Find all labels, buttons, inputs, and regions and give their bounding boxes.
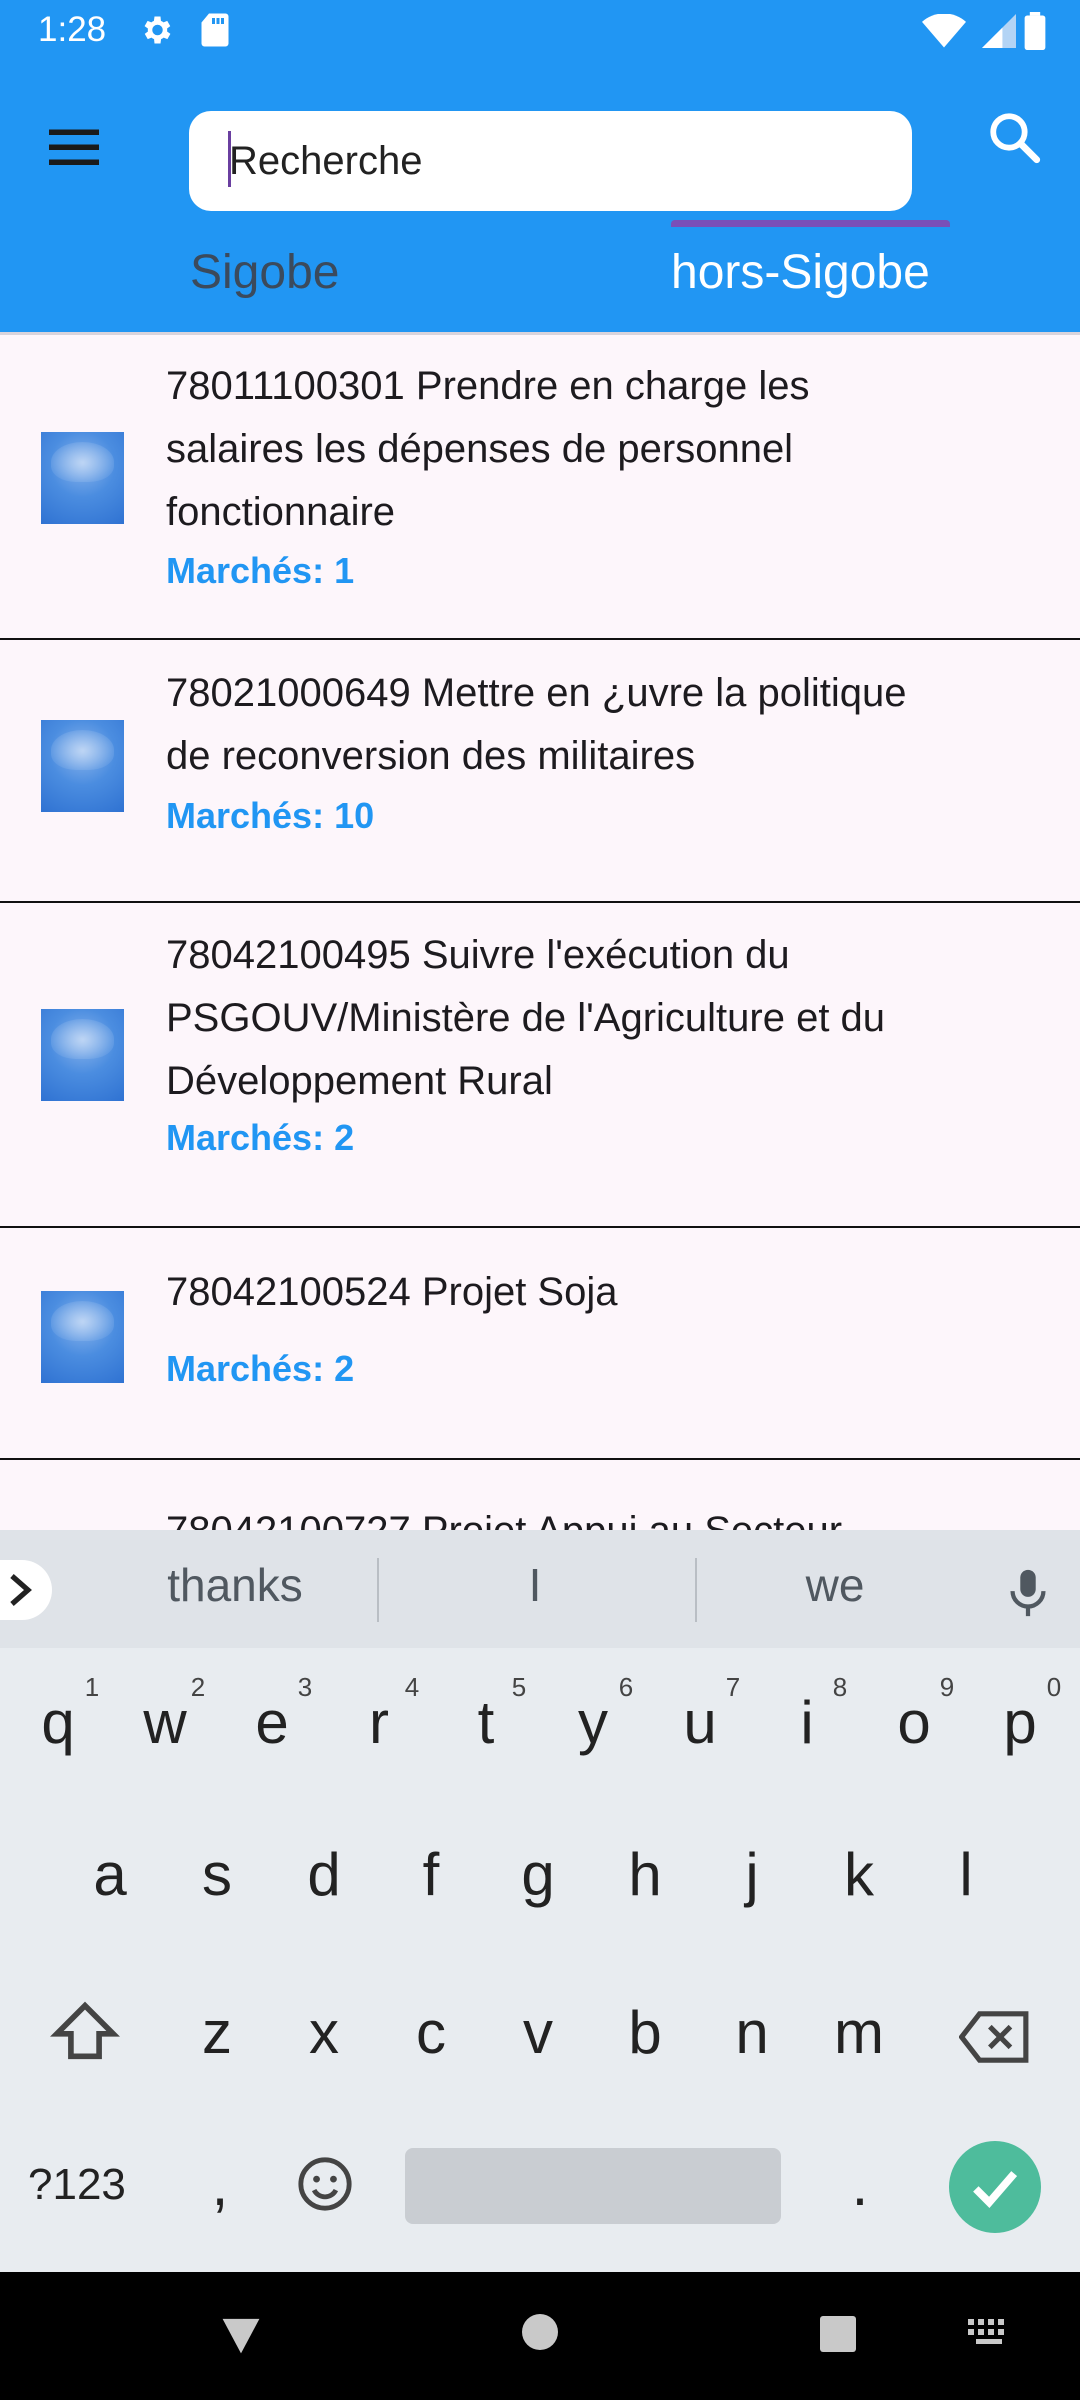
key-c[interactable]: c: [381, 1998, 481, 2067]
key-hint: 7: [725, 1672, 741, 1702]
key-z[interactable]: z: [167, 1998, 267, 2067]
key-k[interactable]: k: [809, 1840, 909, 1909]
key-j[interactable]: j: [702, 1840, 802, 1909]
tab-sigobe[interactable]: Sigobe: [190, 245, 339, 345]
search-icon[interactable]: [986, 109, 1046, 169]
item-thumbnail: [41, 1009, 124, 1101]
divider: [695, 1558, 697, 1622]
key-b[interactable]: b: [595, 1998, 695, 2067]
settings-icon: [138, 12, 174, 53]
key-hint: 9: [939, 1672, 955, 1702]
app-bar: Sigobe hors-Sigobe: [0, 63, 1080, 333]
list-item[interactable]: 78021000649 Mettre en ¿uvre la politique…: [0, 640, 1080, 903]
expand-suggestions-button[interactable]: [0, 1560, 52, 1620]
item-title: 78042100524 Projet Soja: [166, 1261, 1046, 1324]
key-m[interactable]: m: [809, 1998, 909, 2067]
symbols-key[interactable]: ?123: [28, 2160, 126, 2210]
backspace-key[interactable]: [945, 2008, 1045, 2077]
key-x[interactable]: x: [274, 1998, 374, 2067]
item-count: Marchés: 2: [166, 1117, 355, 1158]
key-hint: 4: [404, 1672, 420, 1702]
project-list[interactable]: 78011100301 Prendre en charge les salair…: [0, 335, 1080, 1530]
item-title: 78021000649 Mettre en ¿uvre la politique…: [166, 662, 1046, 788]
key-hint: 0: [1046, 1672, 1062, 1702]
navigation-bar: [0, 2272, 1080, 2400]
item-thumbnail: [41, 1291, 124, 1383]
key-hint: 5: [511, 1672, 527, 1702]
enter-key[interactable]: [949, 2141, 1041, 2233]
sd-card-icon: [200, 12, 230, 53]
key-g[interactable]: g: [488, 1840, 588, 1909]
menu-icon[interactable]: [44, 117, 104, 177]
key-hint: 8: [832, 1672, 848, 1702]
suggestion-3[interactable]: we: [710, 1558, 960, 1612]
back-icon[interactable]: [218, 2312, 264, 2363]
suggestion-1[interactable]: thanks: [110, 1558, 360, 1612]
status-time: 1:28: [38, 10, 107, 49]
emoji-key[interactable]: [275, 2155, 375, 2227]
search-input[interactable]: [229, 125, 879, 197]
item-title-line: PSGOUV/Ministère de l'Agriculture et du: [166, 996, 886, 1040]
soft-keyboard: thanks I we q w e r t y u i o p 1 2 3 4 …: [0, 1530, 1080, 2272]
key-s[interactable]: s: [167, 1840, 267, 1909]
item-title-line: 78042100495 Suivre l'exécution du: [166, 933, 790, 977]
list-item[interactable]: 78011100301 Prendre en charge les salair…: [0, 335, 1080, 640]
status-bar: 1:28: [0, 0, 1080, 63]
item-title-line: de reconversion des militaires: [166, 734, 696, 778]
item-title-line: Développement Rural: [166, 1059, 553, 1103]
comma-key[interactable]: ,: [170, 2150, 270, 2219]
item-title: 78011100301 Prendre en charge les salair…: [166, 355, 1046, 544]
microphone-icon[interactable]: [1004, 1566, 1052, 1625]
item-count: Marchés: 2: [166, 1348, 355, 1389]
item-title-line: 78011100301 Prendre en charge les: [166, 364, 810, 408]
key-n[interactable]: n: [702, 1998, 802, 2067]
search-field[interactable]: [189, 111, 912, 211]
list-item[interactable]: 78042100495 Suivre l'exécution du PSGOUV…: [0, 903, 1080, 1228]
wifi-icon: [922, 13, 966, 53]
key-a[interactable]: a: [60, 1840, 160, 1909]
key-hint: 1: [84, 1672, 100, 1702]
signal-icon: [982, 14, 1016, 53]
list-item[interactable]: 78042100727 Projet Appui au Secteur: [0, 1460, 1080, 1530]
item-title-line: 78042100524 Projet Soja: [166, 1270, 618, 1314]
item-count: Marchés: 10: [166, 795, 375, 836]
item-title-line: 78042100727 Projet Appui au Secteur: [166, 1500, 1046, 1530]
item-title-line: salaires les dépenses de personnel: [166, 427, 794, 471]
key-v[interactable]: v: [488, 1998, 588, 2067]
key-hint: 6: [618, 1672, 634, 1702]
divider: [377, 1558, 379, 1622]
list-item[interactable]: 78042100524 Projet Soja Marchés: 2: [0, 1228, 1080, 1460]
key-h[interactable]: h: [595, 1840, 695, 1909]
text-cursor: [228, 131, 231, 187]
shift-key[interactable]: [35, 2000, 135, 2076]
item-title: 78042100495 Suivre l'exécution du PSGOUV…: [166, 924, 1046, 1113]
item-thumbnail: [41, 720, 124, 812]
key-d[interactable]: d: [274, 1840, 374, 1909]
key-hint: 2: [190, 1672, 206, 1702]
tab-bar: Sigobe hors-Sigobe: [0, 233, 1080, 333]
item-title-line: 78021000649 Mettre en ¿uvre la politique: [166, 671, 907, 715]
item-thumbnail: [41, 432, 124, 524]
battery-icon: [1024, 12, 1046, 55]
space-key[interactable]: [405, 2148, 781, 2224]
suggestion-2[interactable]: I: [410, 1558, 660, 1612]
item-title-line: fonctionnaire: [166, 490, 396, 534]
key-l[interactable]: l: [916, 1840, 1016, 1909]
item-title: 78042100727 Projet Appui au Secteur: [166, 1500, 1046, 1530]
tab-hors-sigobe[interactable]: hors-Sigobe: [671, 245, 930, 345]
key-hint: 3: [297, 1672, 313, 1702]
tab-indicator: [671, 220, 950, 227]
keyboard-switch-icon[interactable]: [968, 2318, 1012, 2353]
recents-icon[interactable]: [818, 2314, 858, 2359]
suggestion-strip: thanks I we: [0, 1530, 1080, 1648]
home-icon[interactable]: [520, 2312, 560, 2357]
period-key[interactable]: .: [810, 2150, 910, 2219]
key-f[interactable]: f: [381, 1840, 481, 1909]
item-count: Marchés: 1: [166, 550, 355, 591]
